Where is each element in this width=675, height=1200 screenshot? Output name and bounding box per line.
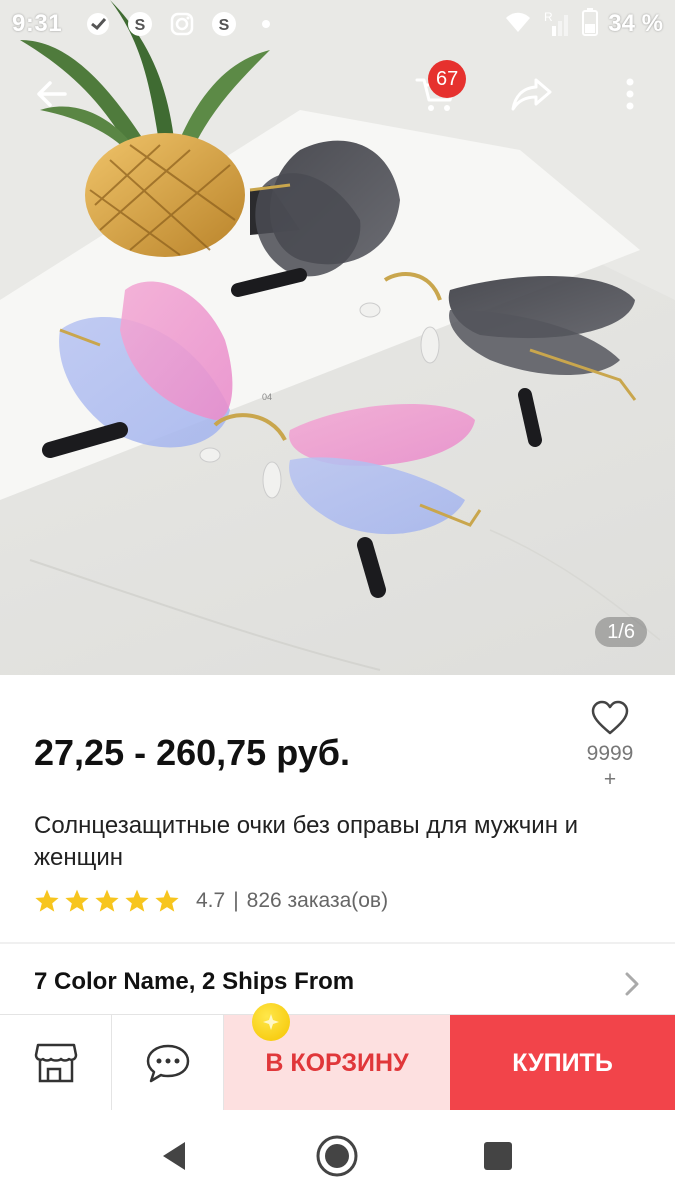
instagram-icon — [168, 10, 196, 38]
chevron-right-icon[interactable] — [624, 970, 640, 1003]
section-divider — [0, 942, 675, 944]
more-vert-icon — [626, 78, 634, 110]
buy-now-label: КУПИТЬ — [512, 1048, 613, 1077]
wishlist-button[interactable]: 9999 + — [580, 700, 640, 792]
wishlist-plus: + — [603, 768, 617, 791]
top-bar — [0, 58, 675, 138]
dot-icon — [252, 10, 280, 38]
system-nav-bar — [0, 1110, 675, 1200]
star-icon — [95, 889, 119, 912]
wifi-icon — [504, 10, 532, 39]
battery-percent: 34 % — [608, 10, 663, 37]
heart-icon — [591, 700, 629, 735]
chat-icon — [146, 1044, 189, 1083]
product-image-gallery[interactable]: 04 9:31 S S R 34 % 67 1/6 — [0, 0, 675, 675]
add-to-cart-button[interactable]: В КОРЗИНУ — [224, 1003, 450, 1111]
sberbank-icon — [84, 10, 112, 38]
status-time: 9:31 — [12, 10, 63, 37]
skype-icon: S — [126, 10, 154, 38]
nav-recents-button[interactable] — [476, 1134, 520, 1178]
coin-icon — [252, 1003, 290, 1041]
battery-icon — [582, 7, 599, 41]
skype-icon: S — [210, 10, 238, 38]
svg-text:S: S — [135, 17, 146, 34]
rating-stars — [34, 888, 180, 914]
nav-back-icon — [163, 1142, 185, 1170]
back-button[interactable] — [24, 66, 80, 122]
nav-home-button[interactable] — [315, 1134, 359, 1178]
product-price: 27,25 - 260,75 руб. — [34, 732, 350, 773]
add-to-cart-label: В КОРЗИНУ — [265, 1048, 409, 1077]
orders-count: 826 заказа(ов) — [246, 889, 389, 912]
product-rating[interactable]: 4.7 | 826 заказа(ов) — [34, 888, 388, 914]
svg-text:S: S — [219, 17, 230, 34]
product-options[interactable]: 7 Color Name, 2 Ships From — [34, 968, 354, 996]
buy-now-button[interactable]: КУПИТЬ — [450, 1015, 675, 1111]
wishlist-count: 9999 — [586, 742, 634, 765]
product-title: Солнцезащитные очки без оправы для мужчи… — [34, 812, 579, 871]
star-icon — [155, 889, 179, 912]
store-icon — [34, 1043, 77, 1083]
chat-button[interactable] — [112, 1015, 224, 1111]
nav-home-icon — [316, 1135, 358, 1177]
roaming-label: R — [544, 10, 553, 24]
star-icon — [65, 889, 89, 912]
rating-separator: | — [233, 889, 239, 912]
print-label: 04 — [262, 392, 272, 402]
store-button[interactable] — [0, 1015, 112, 1111]
share-button[interactable] — [504, 66, 560, 122]
star-icon — [125, 889, 149, 912]
cart-count-badge: 67 — [428, 60, 467, 98]
rating-score: 4.7 — [196, 889, 226, 912]
nav-back-button[interactable] — [152, 1134, 196, 1178]
nav-recents-icon — [484, 1142, 512, 1170]
signal-icon: R — [542, 10, 572, 38]
action-bar: В КОРЗИНУ КУПИТЬ — [0, 1003, 675, 1111]
back-arrow-icon — [37, 81, 67, 107]
more-options-button[interactable] — [602, 66, 658, 122]
star-icon — [35, 889, 59, 912]
image-counter: 1/6 — [595, 617, 647, 647]
status-bar: 9:31 S S R 34 % — [0, 0, 675, 48]
share-icon — [511, 78, 552, 111]
